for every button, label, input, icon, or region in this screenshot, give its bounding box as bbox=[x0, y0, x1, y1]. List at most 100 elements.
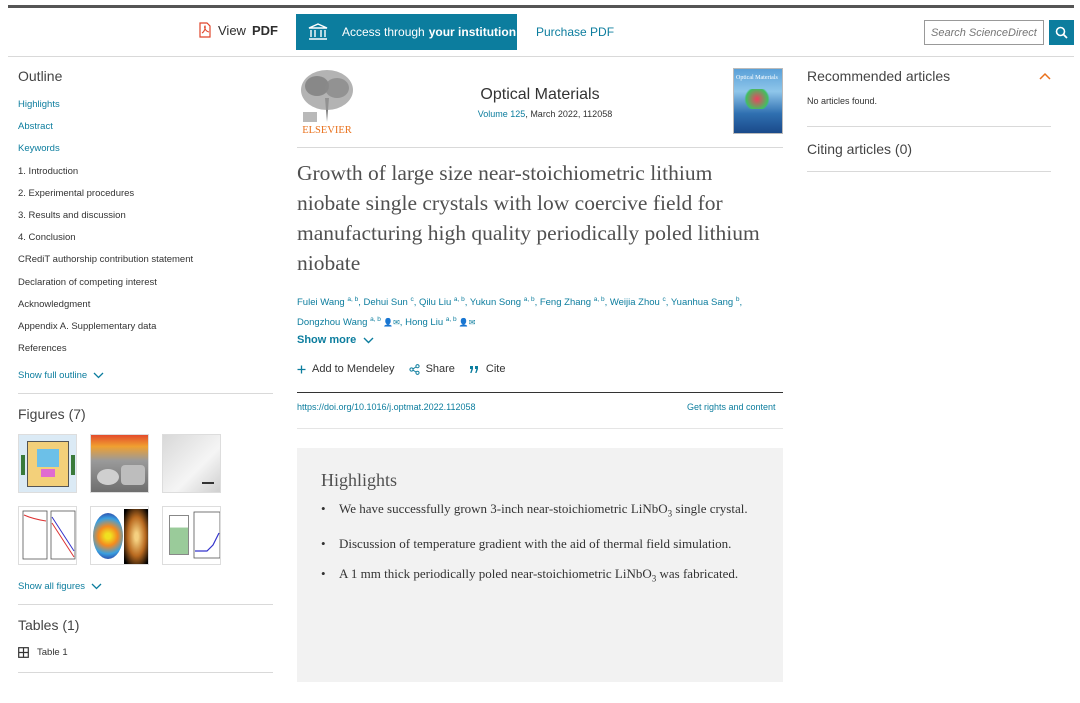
highlights-section: Highlights We have successfully grown 3-… bbox=[297, 448, 783, 682]
search-input[interactable] bbox=[924, 20, 1044, 45]
table-item-label: Table 1 bbox=[37, 647, 68, 659]
outline-item-appendix[interactable]: Appendix A. Supplementary data bbox=[18, 320, 274, 342]
highlights-title: Highlights bbox=[321, 470, 398, 490]
view-pdf-prefix: View bbox=[218, 22, 246, 38]
outline-sidebar: Outline Highlights Abstract Keywords 1. … bbox=[18, 68, 274, 674]
author-list: Fulei Wang a, b, Dehui Sun c, Qilu Liu a… bbox=[297, 296, 743, 329]
table-icon bbox=[18, 647, 29, 659]
author-link[interactable]: Yukun Song a, b bbox=[470, 296, 535, 308]
person-mail-icon: 👤✉ bbox=[456, 318, 476, 328]
author-link[interactable]: Yuanhua Sang b bbox=[671, 296, 740, 308]
author-link[interactable]: Weijia Zhou c bbox=[610, 296, 666, 308]
chevron-down-icon bbox=[91, 583, 102, 590]
figure-thumbnail[interactable] bbox=[162, 506, 221, 566]
show-full-outline-label: Show full outline bbox=[18, 370, 88, 382]
journal-name[interactable]: Optical Materials bbox=[297, 86, 783, 104]
tables-title: Tables (1) bbox=[18, 617, 80, 634]
highlight-item: Discussion of temperature gradient with … bbox=[321, 534, 759, 554]
outline-item-acknowledgment[interactable]: Acknowledgment bbox=[18, 298, 274, 320]
figure-thumbnail[interactable] bbox=[162, 434, 221, 494]
journal-meta: Volume 125, March 2022, 112058 bbox=[297, 109, 793, 119]
show-all-figures-link[interactable]: Show all figures bbox=[18, 581, 274, 592]
outline-item-experimental[interactable]: 2. Experimental procedures bbox=[18, 187, 274, 209]
show-all-figures-label: Show all figures bbox=[18, 581, 86, 593]
purchase-pdf-link[interactable]: Purchase PDF bbox=[536, 25, 614, 39]
journal-banner: ELSEVIER Optical Materials Volume 125, M… bbox=[297, 68, 783, 138]
institution-icon bbox=[308, 23, 328, 40]
table-item[interactable]: Table 1 bbox=[18, 647, 274, 658]
view-pdf-button[interactable]: View PDF bbox=[198, 22, 278, 38]
divider bbox=[297, 392, 783, 393]
author-link[interactable]: Hong Liu a, b 👤✉ bbox=[405, 316, 476, 328]
cover-title: Optical Materials bbox=[736, 75, 778, 81]
outline-title: Outline bbox=[18, 68, 63, 84]
add-to-mendeley-button[interactable]: Add to Mendeley bbox=[297, 363, 395, 375]
outline-item-declaration[interactable]: Declaration of competing interest bbox=[18, 276, 274, 298]
show-more-button[interactable]: Show more bbox=[297, 334, 374, 346]
highlight-item: A 1 mm thick periodically poled near-sto… bbox=[321, 564, 759, 589]
outline-item-conclusion[interactable]: 4. Conclusion bbox=[18, 231, 274, 253]
author-link[interactable]: Qilu Liu a, b bbox=[419, 296, 465, 308]
top-header: View PDF Access through your institution… bbox=[8, 8, 1074, 57]
recommended-articles-toggle[interactable]: Recommended articles bbox=[807, 68, 1051, 84]
outline-item-results[interactable]: 3. Results and discussion bbox=[18, 209, 274, 231]
article-header: ELSEVIER Optical Materials Volume 125, M… bbox=[297, 68, 783, 138]
figures-title: Figures (7) bbox=[18, 406, 86, 423]
rights-link[interactable]: Get rights and content bbox=[687, 402, 776, 412]
figure-thumbnail[interactable] bbox=[18, 434, 77, 494]
divider bbox=[297, 147, 783, 148]
outline-item-credit[interactable]: CRediT authorship contribution statement bbox=[18, 253, 274, 275]
search-icon bbox=[1055, 26, 1068, 39]
share-label: Share bbox=[425, 363, 455, 375]
article-actions: Add to Mendeley Share Cite bbox=[297, 363, 505, 375]
author-link[interactable]: Dehui Sun c bbox=[363, 296, 413, 308]
cite-button[interactable]: Cite bbox=[469, 363, 506, 375]
cite-label: Cite bbox=[485, 363, 506, 375]
figure-thumbnail[interactable] bbox=[18, 506, 77, 566]
right-panel: Recommended articles No articles found. … bbox=[807, 68, 1051, 172]
issue-date: , March 2022, 112058 bbox=[525, 109, 613, 119]
access-label: Access through bbox=[342, 25, 425, 39]
divider bbox=[18, 393, 273, 395]
outline-item-keywords[interactable]: Keywords bbox=[18, 142, 274, 164]
access-label-bold: your institution bbox=[428, 25, 517, 39]
divider bbox=[807, 126, 1051, 127]
doi-link[interactable]: https://doi.org/10.1016/j.optmat.2022.11… bbox=[297, 402, 475, 412]
divider bbox=[807, 171, 1051, 172]
divider bbox=[18, 604, 273, 606]
outline-item-abstract[interactable]: Abstract bbox=[18, 120, 274, 142]
figure-thumbnail[interactable] bbox=[90, 506, 149, 566]
show-more-label: Show more bbox=[297, 334, 357, 346]
no-articles-text: No articles found. bbox=[807, 96, 878, 106]
citing-articles-toggle[interactable]: Citing articles (0) bbox=[807, 141, 1051, 157]
article-title: Growth of large size near-stoichiometric… bbox=[297, 161, 760, 275]
highlights-list: We have successfully grown 3-inch near-s… bbox=[321, 499, 759, 588]
highlight-item: We have successfully grown 3-inch near-s… bbox=[321, 499, 759, 524]
person-mail-icon: 👤✉ bbox=[380, 318, 400, 328]
show-full-outline-link[interactable]: Show full outline bbox=[18, 370, 274, 381]
chevron-down-icon bbox=[93, 372, 104, 379]
author-link[interactable]: Dongzhou Wang a, b 👤✉ bbox=[297, 316, 400, 328]
author-link[interactable]: Feng Zhang a, b bbox=[540, 296, 605, 308]
divider bbox=[297, 428, 783, 429]
share-icon bbox=[408, 363, 420, 375]
plus-icon bbox=[297, 365, 306, 373]
volume-link[interactable]: Volume 125 bbox=[478, 109, 526, 119]
chevron-down-icon bbox=[363, 337, 374, 343]
author-link[interactable]: Fulei Wang a, b bbox=[297, 296, 358, 308]
quote-icon bbox=[469, 365, 478, 373]
share-button[interactable]: Share bbox=[408, 363, 455, 375]
outline-list: Highlights Abstract Keywords 1. Introduc… bbox=[18, 98, 274, 364]
pdf-icon bbox=[199, 22, 211, 38]
journal-cover[interactable]: Optical Materials bbox=[733, 68, 783, 134]
figure-thumbnail[interactable] bbox=[90, 434, 149, 494]
outline-item-introduction[interactable]: 1. Introduction bbox=[18, 165, 274, 187]
access-institution-button[interactable]: Access through your institution bbox=[296, 14, 517, 50]
outline-item-references[interactable]: References bbox=[18, 342, 274, 364]
chevron-up-icon bbox=[1039, 72, 1051, 80]
search-button[interactable] bbox=[1049, 20, 1074, 45]
outline-item-highlights[interactable]: Highlights bbox=[18, 98, 274, 120]
divider bbox=[18, 672, 273, 674]
mendeley-label: Add to Mendeley bbox=[312, 363, 395, 375]
publisher-name: ELSEVIER bbox=[302, 125, 352, 136]
